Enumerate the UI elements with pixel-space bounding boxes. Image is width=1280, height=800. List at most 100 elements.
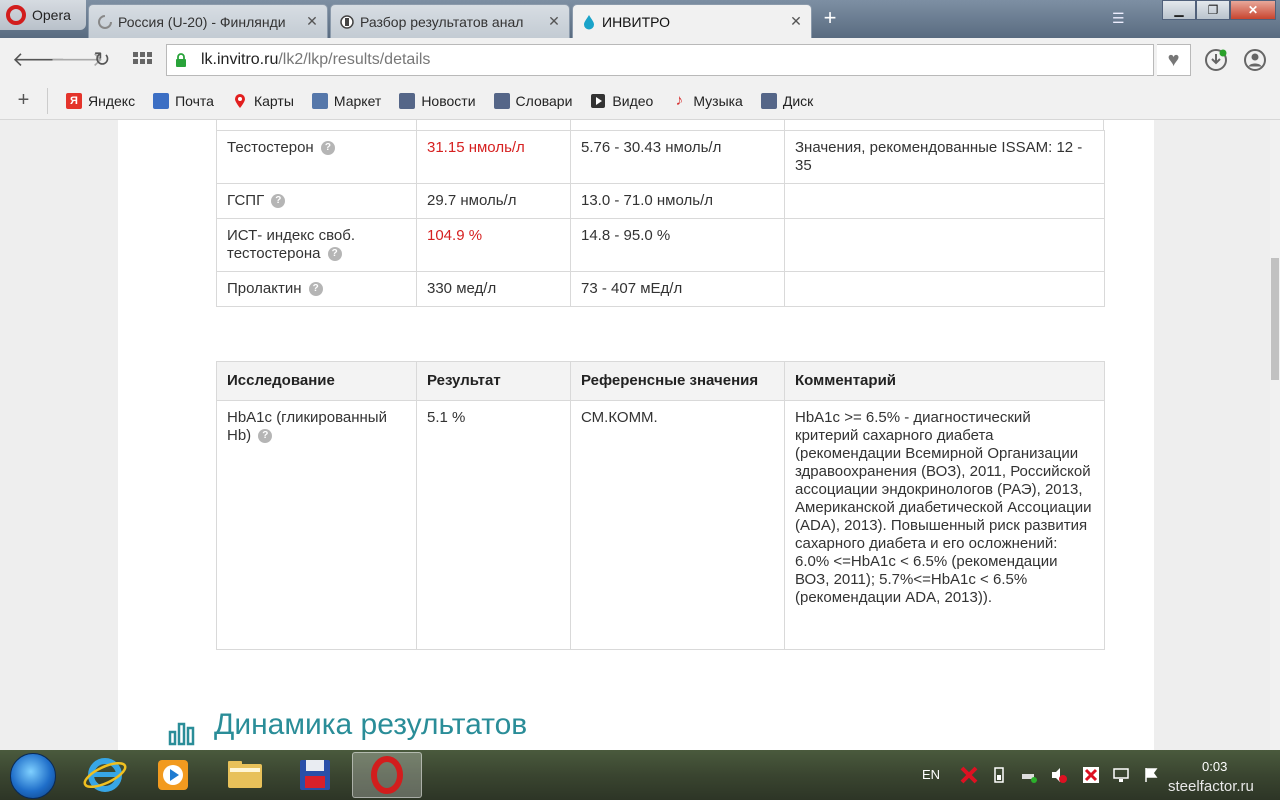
- tab-invitro[interactable]: ИНВИТРО ✕: [572, 4, 812, 38]
- scrollbar-thumb[interactable]: [1271, 258, 1279, 380]
- test-name-cell: HbA1c (гликированный Hb) ?: [216, 400, 417, 650]
- bookmark-news[interactable]: Новости: [399, 92, 476, 109]
- secure-lock-icon: [176, 53, 186, 67]
- windows-start-icon[interactable]: [10, 753, 56, 799]
- comment-cell: HbA1c >= 6.5% - диагностический критерий…: [784, 400, 1105, 650]
- bookmark-heart-icon[interactable]: ♥: [1157, 44, 1191, 76]
- bar-chart-icon: [168, 722, 195, 746]
- scrollbar-track[interactable]: [1270, 120, 1280, 750]
- table-row: ИСТ- индекс своб. тестостерона ? 104.9 %…: [216, 218, 1105, 272]
- tab-menu-icon[interactable]: ☰: [1112, 10, 1130, 26]
- bookmark-video[interactable]: Видео: [590, 93, 653, 109]
- download-icon[interactable]: [1204, 48, 1228, 72]
- bookmark-music[interactable]: ♪ Музыка: [671, 91, 743, 109]
- map-pin-icon: [234, 93, 245, 108]
- bookmark-maps[interactable]: Карты: [232, 93, 294, 109]
- header-comment: Комментарий: [784, 361, 1105, 401]
- reference-cell: 73 - 407 мЕд/л: [570, 271, 785, 307]
- new-tab-button[interactable]: +: [818, 6, 842, 32]
- speed-dial-grid-icon[interactable]: [130, 48, 154, 72]
- url-host: lk.invitro.ru: [201, 51, 279, 68]
- browser-nav-bar: 🡐 🡒 ↻ lk.invitro.ru /lk2/lkp/results/det…: [0, 38, 1280, 82]
- antivirus-icon[interactable]: [960, 766, 978, 784]
- window-close-icon[interactable]: ✕: [1230, 0, 1276, 20]
- help-icon[interactable]: ?: [327, 247, 342, 262]
- bookmark-disk[interactable]: Диск: [760, 92, 813, 109]
- loading-spinner-icon: [98, 14, 112, 29]
- yandex-icon: Я: [66, 92, 82, 109]
- tab-analysis[interactable]: Разбор результатов анал ✕: [330, 4, 570, 38]
- test-name-cell: Тестостерон ?: [216, 130, 417, 184]
- header-test-name: Исследование: [216, 361, 417, 401]
- file-explorer-folder-icon[interactable]: [210, 752, 280, 798]
- network-icon[interactable]: [1020, 766, 1038, 784]
- add-bookmark-plus-icon[interactable]: +: [0, 87, 48, 114]
- url-path: /lk2/lkp/results/details: [278, 51, 431, 68]
- comment-cell: [784, 271, 1105, 307]
- dictionary-icon: [493, 92, 510, 109]
- header-reference: Референсные значения: [570, 361, 785, 401]
- tab-title: ИНВИТРО: [602, 13, 671, 30]
- result-cell: 330 мед/л: [416, 271, 571, 307]
- address-bar[interactable]: lk.invitro.ru /lk2/lkp/results/details: [166, 44, 1154, 76]
- music-icon: ♪: [675, 91, 684, 109]
- bookmark-dictionaries[interactable]: Словари: [493, 92, 573, 109]
- help-icon[interactable]: ?: [271, 194, 286, 209]
- bookmark-label: Видео: [612, 92, 654, 109]
- dynamics-section-title: Динамика результатов: [214, 708, 528, 741]
- bookmark-mail[interactable]: Почта: [153, 92, 214, 109]
- reload-icon[interactable]: ↻: [90, 48, 114, 72]
- tab-title: Россия (U-20) - Финлянди: [118, 13, 286, 30]
- volume-muted-icon[interactable]: [1050, 766, 1068, 784]
- help-icon[interactable]: ?: [308, 282, 323, 297]
- reference-cell: 13.0 - 71.0 нмоль/л: [570, 183, 785, 219]
- action-center-flag-icon[interactable]: [1142, 766, 1160, 784]
- internet-explorer-icon[interactable]: [70, 752, 140, 798]
- table-row: Тестостерон ? 31.15 нмоль/л 5.76 - 30.43…: [216, 130, 1105, 184]
- close-icon[interactable]: ✕: [789, 13, 803, 30]
- forum-favicon-icon: [340, 14, 354, 29]
- battery-icon[interactable]: [990, 766, 1008, 784]
- video-icon: [591, 93, 606, 108]
- mail-icon: [153, 92, 170, 109]
- tab-sports[interactable]: Россия (U-20) - Финлянди ✕: [88, 4, 328, 38]
- language-indicator[interactable]: EN: [922, 767, 940, 782]
- forward-arrow-icon[interactable]: 🡒: [50, 48, 104, 72]
- back-arrow-icon[interactable]: 🡐: [12, 48, 66, 72]
- market-icon: [311, 92, 328, 109]
- bookmark-label: Почта: [175, 92, 214, 109]
- close-icon[interactable]: ✕: [305, 13, 319, 30]
- test-name-cell: ИСТ- индекс своб. тестостерона ?: [216, 218, 417, 272]
- comment-cell: [784, 183, 1105, 219]
- save-floppy-icon[interactable]: [280, 752, 350, 798]
- test-name-cell: Пролактин ?: [216, 271, 417, 307]
- reference-cell: 14.8 - 95.0 %: [570, 218, 785, 272]
- bookmark-label: Словари: [515, 92, 573, 109]
- hormones-results-table: Тестостерон ? 31.15 нмоль/л 5.76 - 30.43…: [216, 130, 1105, 307]
- bookmark-label: Маркет: [333, 92, 382, 109]
- disk-icon: [760, 92, 777, 109]
- opera-logo-icon: [6, 5, 26, 25]
- clock-time[interactable]: 0:03: [1202, 759, 1227, 774]
- media-player-icon[interactable]: [138, 752, 208, 798]
- test-name-cell: ГСПГ ?: [216, 183, 417, 219]
- help-icon[interactable]: ?: [320, 141, 335, 156]
- minimize-icon[interactable]: ▁: [1162, 0, 1196, 20]
- table-row: HbA1c (гликированный Hb) ? 5.1 % СМ.КОММ…: [216, 400, 1105, 650]
- help-icon[interactable]: ?: [258, 429, 273, 444]
- maximize-icon[interactable]: ❐: [1196, 0, 1230, 20]
- close-icon[interactable]: ✕: [547, 13, 561, 30]
- bookmark-label: Новости: [421, 92, 476, 109]
- display-icon[interactable]: [1112, 766, 1130, 784]
- bookmark-market[interactable]: Маркет: [311, 92, 382, 109]
- window-controls: ▁ ❐ ✕: [1162, 0, 1276, 20]
- account-icon[interactable]: [1243, 48, 1267, 72]
- comment-cell: Значения, рекомендованные ISSAM: 12 - 35: [784, 130, 1105, 184]
- watermark: steelfactor.ru: [1168, 778, 1254, 795]
- red-x-icon[interactable]: [1082, 766, 1100, 784]
- result-cell: 5.1 %: [416, 400, 571, 650]
- bookmark-yandex[interactable]: Я Яндекс: [66, 92, 135, 109]
- opera-taskbar-button[interactable]: [352, 752, 422, 798]
- table-row: ГСПГ ? 29.7 нмоль/л 13.0 - 71.0 нмоль/л: [216, 183, 1105, 219]
- opera-menu-button[interactable]: Opera: [0, 0, 86, 30]
